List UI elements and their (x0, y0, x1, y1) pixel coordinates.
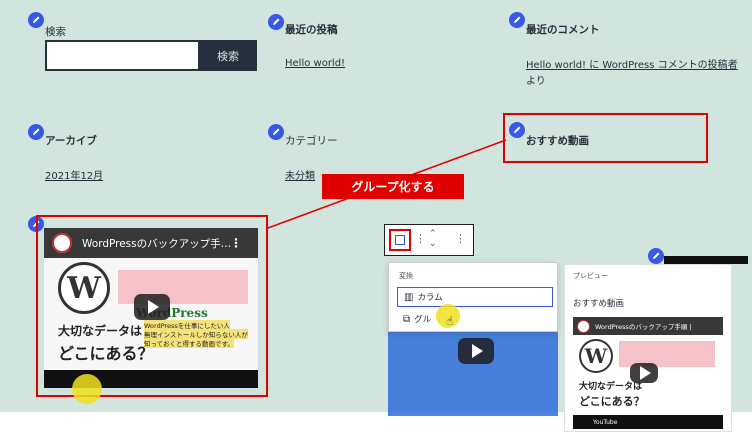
transform-menu: 変換 ▥ カラム ⧉ グル (388, 262, 558, 332)
block-toolbar: ⋮ ⌃ ⌄ ⋮ (384, 224, 474, 256)
play-button-icon[interactable] (134, 294, 170, 320)
hand-cursor-icon: ☝ (446, 314, 454, 328)
thumbnail-line2: どこにある？ (579, 395, 645, 408)
preview-video-title: WordPressのバックアップ手順 | (595, 323, 692, 331)
group-callout: グループ化する (322, 174, 464, 199)
more-options-icon[interactable]: ⋮ (455, 232, 466, 245)
video-edge (664, 256, 748, 264)
thumbnail-line2: どこにある？ (58, 344, 154, 363)
thumbnail-sub3: 知っておくと得する動画です。 (144, 338, 234, 348)
thumbnail-line1: 大切なデータは (58, 324, 143, 338)
transform-option-columns[interactable]: ▥ カラム (397, 287, 553, 307)
drag-handle-icon[interactable]: ⋮ (415, 232, 426, 245)
selected-embed-block (388, 320, 558, 416)
cursor-highlight (72, 374, 102, 404)
more-options-icon[interactable]: ⋮ (230, 236, 242, 250)
preview-video: WordPressのバックアップ手順 | W 大切なデータは どこにある？ Yo… (573, 317, 723, 429)
play-button-icon (458, 338, 494, 364)
transform-option-label: グル (414, 315, 432, 325)
preview-video-title-bar: WordPressのバックアップ手順 | (573, 317, 723, 335)
block-preview-panel: プレビュー おすすめ動画 WordPressのバックアップ手順 | W 大切なデ… (564, 264, 732, 432)
preview-heading: プレビュー (573, 272, 608, 280)
youtube-logo: YouTube (593, 418, 618, 426)
channel-avatar[interactable] (52, 233, 72, 253)
channel-avatar (577, 320, 590, 333)
move-up-down-icon[interactable]: ⌃ ⌄ (429, 229, 437, 249)
wordpress-logo-icon: W (579, 339, 613, 373)
wordpress-logo-icon: W (58, 262, 110, 314)
transform-option-group[interactable]: ⧉ グル (397, 309, 553, 329)
group-block-icon (395, 235, 405, 245)
embedded-video[interactable]: W WordPress 大切なデータは どこにある？ WordPressを仕事に… (44, 228, 258, 388)
block-type-button[interactable] (389, 229, 411, 251)
video-title-bar: WordPressのバックアップ手… (44, 228, 258, 258)
group-icon: ⧉ (403, 313, 411, 325)
preview-title: おすすめ動画 (573, 299, 625, 309)
transform-option-label: カラム (417, 293, 443, 303)
preview-video-bottom-bar: YouTube (573, 415, 723, 429)
columns-icon: ▥ (404, 291, 414, 303)
transform-heading: 変換 (399, 272, 413, 280)
video-title[interactable]: WordPressのバックアップ手… (82, 236, 231, 251)
edit-pencil-icon[interactable] (648, 248, 664, 264)
play-button-icon (630, 363, 658, 383)
